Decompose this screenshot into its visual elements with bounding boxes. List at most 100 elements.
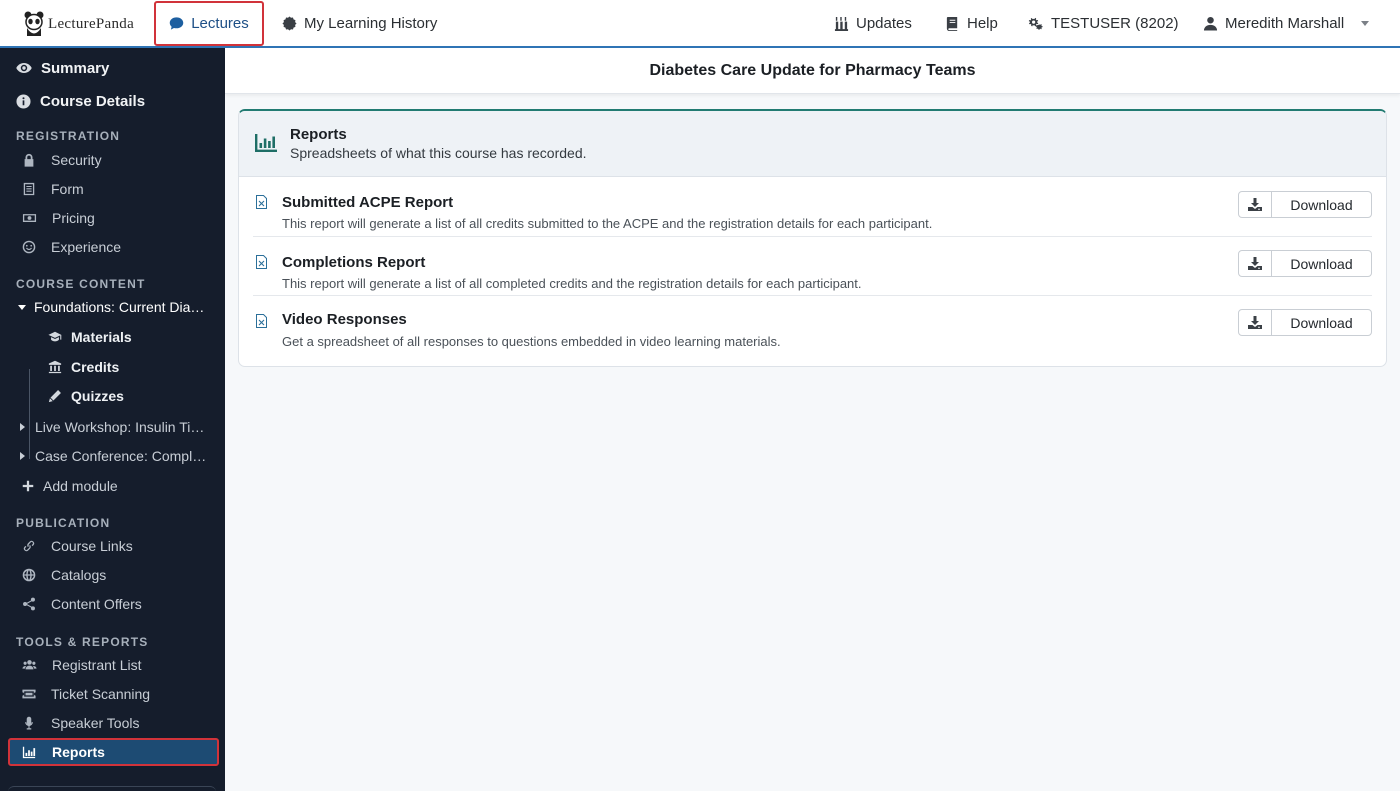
sidebar-content-offers-label: Content Offers [51, 596, 142, 612]
updates-icon [834, 16, 849, 31]
reports-card-subtitle: Spreadsheets of what this course has rec… [290, 145, 587, 161]
top-navbar: LecturePanda Lectures My Learning Histor… [0, 0, 1400, 48]
download-label: Download [1290, 314, 1353, 331]
module-item-case-conference[interactable]: Case Conference: Complex Cases [0, 445, 225, 467]
nav-lectures[interactable]: Lectures [154, 1, 264, 46]
smile-icon [22, 240, 36, 254]
nav-history-label: My Learning History [304, 14, 438, 32]
caret-down-icon [1361, 20, 1370, 26]
bar-chart-icon [22, 746, 36, 759]
report-title: Submitted ACPE Report [282, 194, 454, 211]
download-icon [1239, 192, 1272, 217]
sidebar-item-course-details[interactable]: Course Details [0, 89, 225, 113]
sidebar-item-form[interactable]: Form [0, 178, 225, 200]
sidebar-item-ticket-scanning[interactable]: Ticket Scanning [0, 683, 225, 705]
section-heading-tools-reports: TOOLS & REPORTS [16, 635, 149, 649]
eye-icon [16, 63, 32, 73]
download-button[interactable]: Download [1238, 309, 1372, 336]
course-title-bar: Diabetes Care Update for Pharmacy Teams [225, 48, 1400, 94]
main-content: Diabetes Care Update for Pharmacy Teams … [225, 48, 1400, 791]
report-row-video-responses: Video Responses Get a spreadsheet of all… [253, 296, 1372, 356]
info-circle-icon [16, 93, 31, 109]
users-icon [22, 660, 37, 670]
excel-file-icon [256, 195, 267, 209]
sidebar-registrant-list-label: Registrant List [52, 657, 142, 673]
module-label: Foundations: Current Diabetes Care [34, 299, 206, 315]
chevron-right-icon [20, 423, 25, 431]
bar-chart-icon [255, 134, 277, 152]
download-label: Download [1290, 196, 1353, 213]
report-row-completions: Completions Report This report will gene… [253, 237, 1372, 296]
sidebar-footer-edge [8, 786, 216, 791]
nav-learning-history[interactable]: My Learning History [282, 0, 437, 46]
sidebar-item-security[interactable]: Security [0, 149, 225, 171]
sidebar-pricing-label: Pricing [52, 210, 95, 226]
cogs-icon [1028, 17, 1043, 30]
module-label: Live Workshop: Insulin Titration [35, 419, 207, 435]
report-description: This report will generate a list of all … [282, 276, 862, 291]
section-heading-course-content: COURSE CONTENT [16, 277, 146, 291]
money-bill-icon [22, 214, 37, 222]
nav-updates[interactable]: Updates [834, 0, 912, 46]
module-item-live-workshop[interactable]: Live Workshop: Insulin Titration [0, 416, 225, 438]
brand-wordmark: LecturePanda [48, 15, 135, 32]
reports-card: Reports Spreadsheets of what this course… [238, 109, 1387, 367]
sidebar-item-catalogs[interactable]: Catalogs [0, 564, 225, 586]
link-icon [23, 540, 35, 552]
excel-file-icon [256, 314, 267, 328]
panda-logo-icon [24, 11, 44, 36]
user-icon [1203, 16, 1218, 31]
pencil-icon [48, 390, 61, 403]
report-description: Get a spreadsheet of all responses to qu… [282, 334, 781, 349]
report-description: This report will generate a list of all … [282, 216, 933, 231]
sidebar-reports-label: Reports [52, 744, 105, 760]
module-child-credits[interactable]: Credits [0, 356, 225, 378]
sidebar-ticket-scanning-label: Ticket Scanning [51, 686, 151, 702]
sidebar-item-pricing[interactable]: Pricing [0, 207, 225, 229]
reports-card-header: Reports Spreadsheets of what this course… [239, 111, 1386, 177]
brand-logo[interactable]: LecturePanda [24, 10, 134, 38]
download-button[interactable]: Download [1238, 191, 1372, 218]
sidebar-summary-label: Summary [41, 59, 110, 77]
nav-updates-label: Updates [856, 14, 912, 32]
download-icon [1239, 310, 1272, 335]
download-label: Download [1290, 255, 1353, 272]
sidebar-item-reports[interactable]: Reports [8, 738, 219, 766]
sidebar-course-links-label: Course Links [51, 538, 133, 554]
plus-icon [22, 480, 34, 492]
lock-icon [24, 153, 34, 167]
sidebar-experience-label: Experience [51, 239, 122, 255]
chevron-right-icon [20, 452, 25, 460]
book-icon [946, 16, 958, 31]
sidebar-item-course-links[interactable]: Course Links [0, 535, 225, 557]
download-button[interactable]: Download [1238, 250, 1372, 277]
sidebar-catalogs-label: Catalogs [51, 567, 107, 583]
nav-help[interactable]: Help [945, 0, 998, 46]
add-module-button[interactable]: Add module [0, 475, 225, 497]
module-label: Case Conference: Complex Cases [35, 448, 207, 464]
report-title: Video Responses [282, 311, 407, 328]
module-child-materials[interactable]: Materials [0, 326, 225, 348]
sidebar-item-registrant-list[interactable]: Registrant List [0, 654, 225, 676]
module-child-quizzes[interactable]: Quizzes [0, 385, 225, 407]
sidebar: Summary Course Details REGISTRATION Secu… [0, 48, 225, 791]
user-menu[interactable]: Meredith Marshall [1203, 0, 1370, 46]
sidebar-item-speaker-tools[interactable]: Speaker Tools [0, 712, 225, 734]
nav-help-label: Help [967, 14, 998, 32]
microphone-icon [25, 716, 33, 730]
user-name: Meredith Marshall [1225, 14, 1345, 32]
nav-account-switcher[interactable]: TESTUSER (8202) [1027, 0, 1179, 46]
sidebar-item-experience[interactable]: Experience [0, 236, 225, 258]
form-icon [23, 182, 35, 196]
graduation-cap-icon [48, 331, 62, 342]
sidebar-item-content-offers[interactable]: Content Offers [0, 593, 225, 615]
nav-lectures-label: Lectures [191, 15, 249, 32]
module-item-foundations[interactable]: Foundations: Current Diabetes Care [0, 296, 225, 318]
section-heading-publication: PUBLICATION [16, 516, 111, 530]
share-icon [23, 597, 35, 611]
download-icon [1239, 251, 1272, 276]
add-module-label: Add module [43, 478, 118, 494]
globe-icon [22, 568, 36, 582]
sidebar-speaker-tools-label: Speaker Tools [51, 715, 140, 731]
sidebar-item-summary[interactable]: Summary [0, 56, 225, 80]
